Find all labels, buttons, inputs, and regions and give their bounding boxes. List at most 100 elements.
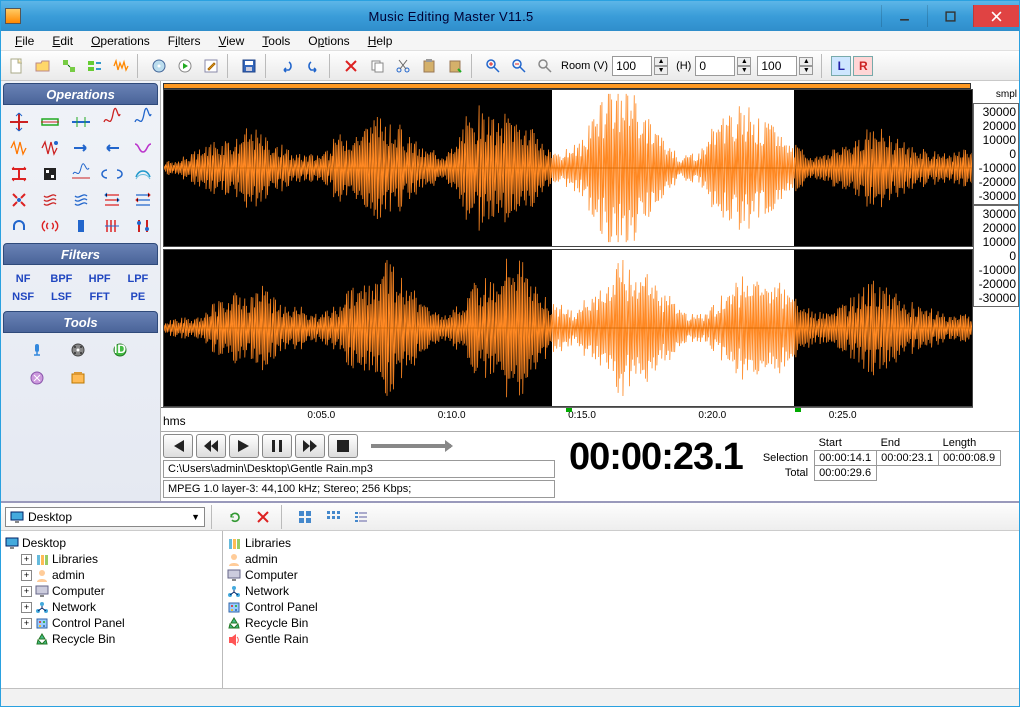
- folder-tree[interactable]: Desktop+Libraries+admin+Computer+Network…: [1, 531, 223, 688]
- tree-node[interactable]: +Libraries: [5, 551, 218, 567]
- add-track-icon[interactable]: [57, 54, 81, 78]
- filter-hpf[interactable]: HPF: [82, 271, 118, 287]
- tool-icon-2[interactable]: ID: [104, 341, 140, 363]
- channel-left-button[interactable]: L: [831, 56, 851, 76]
- menu-view[interactable]: View: [210, 32, 252, 50]
- list-item[interactable]: Control Panel: [227, 599, 1015, 615]
- room-h2-down[interactable]: ▼: [799, 66, 813, 75]
- op-icon-11[interactable]: [36, 163, 63, 185]
- filter-lpf[interactable]: LPF: [120, 271, 156, 287]
- op-icon-4[interactable]: [129, 111, 156, 133]
- room-h1-up[interactable]: ▲: [737, 57, 751, 66]
- open-file-icon[interactable]: [31, 54, 55, 78]
- op-icon-14[interactable]: [129, 163, 156, 185]
- filter-lsf[interactable]: LSF: [43, 289, 79, 305]
- minimize-button[interactable]: [881, 5, 927, 27]
- tool-icon-1[interactable]: [63, 341, 99, 363]
- tree-node[interactable]: +Control Panel: [5, 615, 218, 631]
- op-icon-20[interactable]: [5, 215, 32, 237]
- forward-button[interactable]: [295, 434, 325, 458]
- room-h1-down[interactable]: ▼: [737, 66, 751, 75]
- skip-start-button[interactable]: [163, 434, 193, 458]
- play-media-icon[interactable]: [173, 54, 197, 78]
- paste-special-icon[interactable]: [443, 54, 467, 78]
- tool-icon-0[interactable]: [21, 341, 57, 363]
- edit-icon[interactable]: [199, 54, 223, 78]
- op-icon-2[interactable]: [67, 111, 94, 133]
- tree-node[interactable]: Recycle Bin: [5, 631, 218, 647]
- view-list-icon[interactable]: [349, 505, 373, 529]
- location-combo[interactable]: Desktop▼: [5, 507, 205, 527]
- filter-nsf[interactable]: NSF: [5, 289, 41, 305]
- tree-node[interactable]: +admin: [5, 567, 218, 583]
- op-icon-7[interactable]: [67, 137, 94, 159]
- room-h1-spinner[interactable]: 0: [695, 56, 735, 76]
- op-icon-9[interactable]: [129, 137, 156, 159]
- room-v-spinner[interactable]: 100: [612, 56, 652, 76]
- op-icon-5[interactable]: [5, 137, 32, 159]
- op-icon-15[interactable]: [5, 189, 32, 211]
- expand-icon[interactable]: +: [21, 618, 32, 629]
- op-icon-23[interactable]: [98, 215, 125, 237]
- cut-icon[interactable]: [391, 54, 415, 78]
- menu-tools[interactable]: Tools: [254, 32, 298, 50]
- room-h2-up[interactable]: ▲: [799, 57, 813, 66]
- cd-icon[interactable]: [147, 54, 171, 78]
- tool-icon-4[interactable]: [63, 369, 99, 391]
- op-icon-18[interactable]: [98, 189, 125, 211]
- list-item[interactable]: admin: [227, 551, 1015, 567]
- delete-icon[interactable]: [339, 54, 363, 78]
- menu-operations[interactable]: Operations: [83, 32, 158, 50]
- delete-file-icon[interactable]: [251, 505, 275, 529]
- volume-slider[interactable]: [371, 444, 451, 448]
- menu-help[interactable]: Help: [360, 32, 401, 50]
- menu-edit[interactable]: Edit: [44, 32, 81, 50]
- room-h2-spinner[interactable]: 100: [757, 56, 797, 76]
- op-icon-3[interactable]: [98, 111, 125, 133]
- new-file-icon[interactable]: [5, 54, 29, 78]
- save-icon[interactable]: [237, 54, 261, 78]
- expand-icon[interactable]: +: [21, 602, 32, 613]
- zoom-fit-icon[interactable]: [533, 54, 557, 78]
- zoom-in-icon[interactable]: [481, 54, 505, 78]
- expand-icon[interactable]: +: [21, 554, 32, 565]
- maximize-button[interactable]: [927, 5, 973, 27]
- play-button[interactable]: [229, 434, 259, 458]
- undo-icon[interactable]: [275, 54, 299, 78]
- filter-fft[interactable]: FFT: [82, 289, 118, 305]
- op-icon-6[interactable]: [36, 137, 63, 159]
- list-item[interactable]: Libraries: [227, 535, 1015, 551]
- waveform-icon[interactable]: [109, 54, 133, 78]
- op-icon-1[interactable]: [36, 111, 63, 133]
- time-axis[interactable]: hms 0:05.00:10.00:15.00:20.00:25.0: [161, 407, 973, 431]
- view-large-icon[interactable]: [293, 505, 317, 529]
- copy-icon[interactable]: [365, 54, 389, 78]
- op-icon-21[interactable]: [36, 215, 63, 237]
- op-icon-24[interactable]: [129, 215, 156, 237]
- op-icon-22[interactable]: [67, 215, 94, 237]
- expand-icon[interactable]: +: [21, 586, 32, 597]
- rewind-button[interactable]: [196, 434, 226, 458]
- tree-node[interactable]: +Network: [5, 599, 218, 615]
- tree-node[interactable]: Desktop: [5, 535, 218, 551]
- redo-icon[interactable]: [301, 54, 325, 78]
- filter-pe[interactable]: PE: [120, 289, 156, 305]
- op-icon-13[interactable]: [98, 163, 125, 185]
- op-icon-17[interactable]: [67, 189, 94, 211]
- paste-icon[interactable]: [417, 54, 441, 78]
- op-icon-16[interactable]: [36, 189, 63, 211]
- view-small-icon[interactable]: [321, 505, 345, 529]
- menu-filters[interactable]: Filters: [160, 32, 209, 50]
- op-icon-10[interactable]: [5, 163, 32, 185]
- room-v-down[interactable]: ▼: [654, 66, 668, 75]
- menu-options[interactable]: Options: [300, 32, 357, 50]
- pause-button[interactable]: [262, 434, 292, 458]
- filter-bpf[interactable]: BPF: [43, 271, 79, 287]
- op-icon-8[interactable]: [98, 137, 125, 159]
- waveform-channel-right[interactable]: [163, 249, 973, 407]
- op-icon-19[interactable]: [129, 189, 156, 211]
- op-icon-12[interactable]: [67, 163, 94, 185]
- op-icon-0[interactable]: [5, 111, 32, 133]
- zoom-out-icon[interactable]: [507, 54, 531, 78]
- tool-icon-3[interactable]: [21, 369, 57, 391]
